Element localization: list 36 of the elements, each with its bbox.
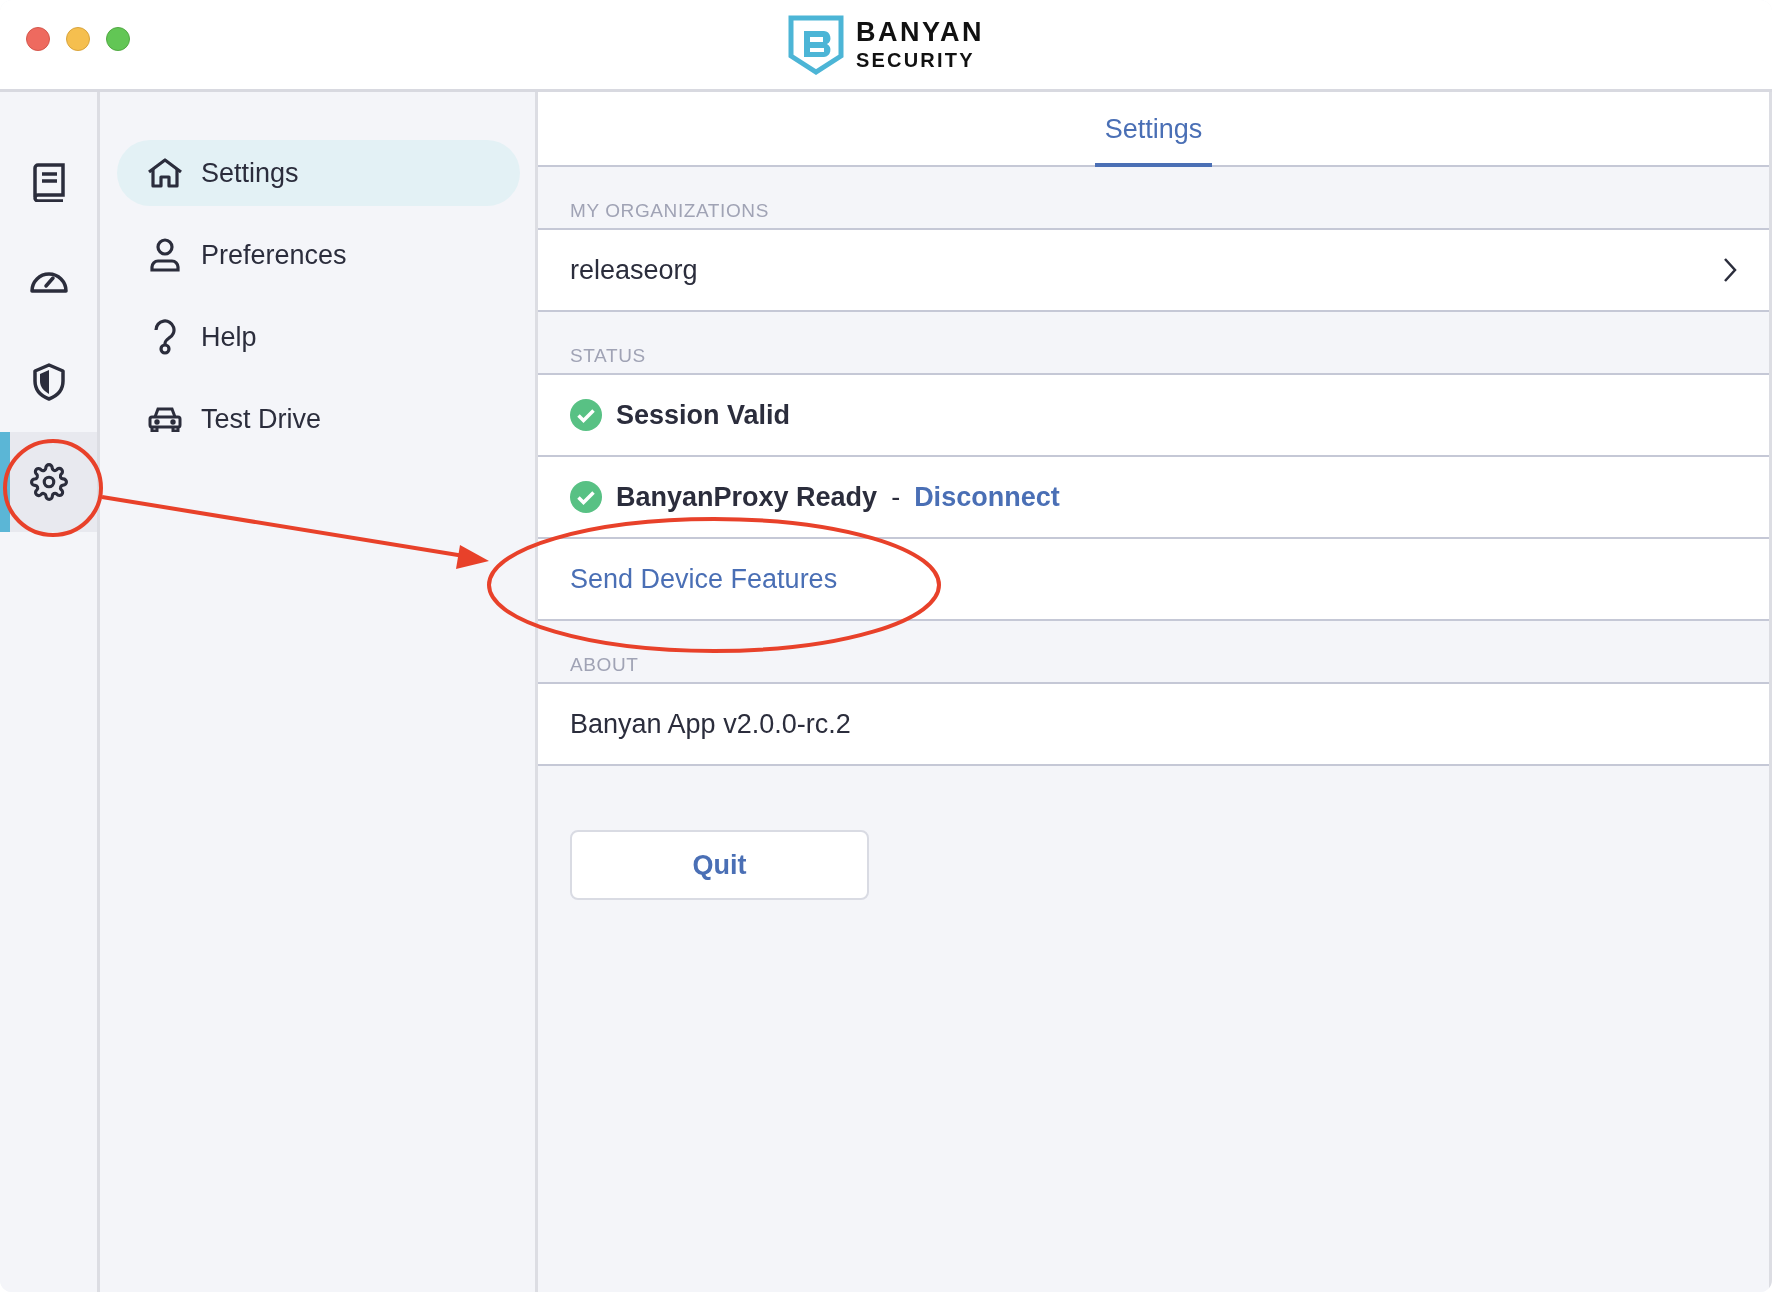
logo-icon <box>788 14 844 75</box>
settings-icon <box>29 463 68 501</box>
nav-label: Preferences <box>201 239 347 271</box>
zoom-button[interactable] <box>106 27 130 51</box>
organization-row[interactable]: releaseorg <box>538 230 1769 312</box>
nav-label: Help <box>201 321 257 353</box>
sidebar-tab[interactable] <box>0 432 97 532</box>
help-icon <box>152 319 178 355</box>
nav-item[interactable]: Help <box>117 304 520 370</box>
disconnect-link[interactable]: Disconnect <box>914 481 1060 513</box>
status-text: Session Valid <box>616 399 791 431</box>
home-icon <box>147 158 183 188</box>
book-icon <box>30 162 67 202</box>
nav-item[interactable]: Test Drive <box>117 386 520 452</box>
organization-name: releaseorg <box>570 254 698 286</box>
nav-item[interactable]: Settings <box>117 140 520 206</box>
section-heading: ABOUT <box>570 654 639 676</box>
version-text: Banyan App v2.0.0-rc.2 <box>570 708 851 740</box>
nav-label: Test Drive <box>201 403 322 435</box>
person-icon <box>150 238 180 272</box>
nav-label: Settings <box>201 157 299 189</box>
chevron-icon <box>1723 257 1737 283</box>
gauge-icon <box>29 271 68 293</box>
section-heading: MY ORGANIZATIONS <box>570 200 769 222</box>
car-icon <box>148 406 182 432</box>
separator-text: - <box>891 481 901 513</box>
quit-button[interactable]: Quit <box>570 830 869 900</box>
status-text: BanyanProxy Ready <box>616 481 878 513</box>
shield-icon <box>30 362 67 402</box>
action-link[interactable]: Send Device Features <box>570 563 838 595</box>
close-button[interactable] <box>26 27 50 51</box>
tab[interactable]: Settings <box>1094 114 1213 167</box>
section-heading: STATUS <box>570 345 646 367</box>
nav-item[interactable]: Preferences <box>117 222 520 288</box>
logo-tagline: SECURITY <box>856 50 976 70</box>
logo-name: BANYAN <box>856 19 984 46</box>
